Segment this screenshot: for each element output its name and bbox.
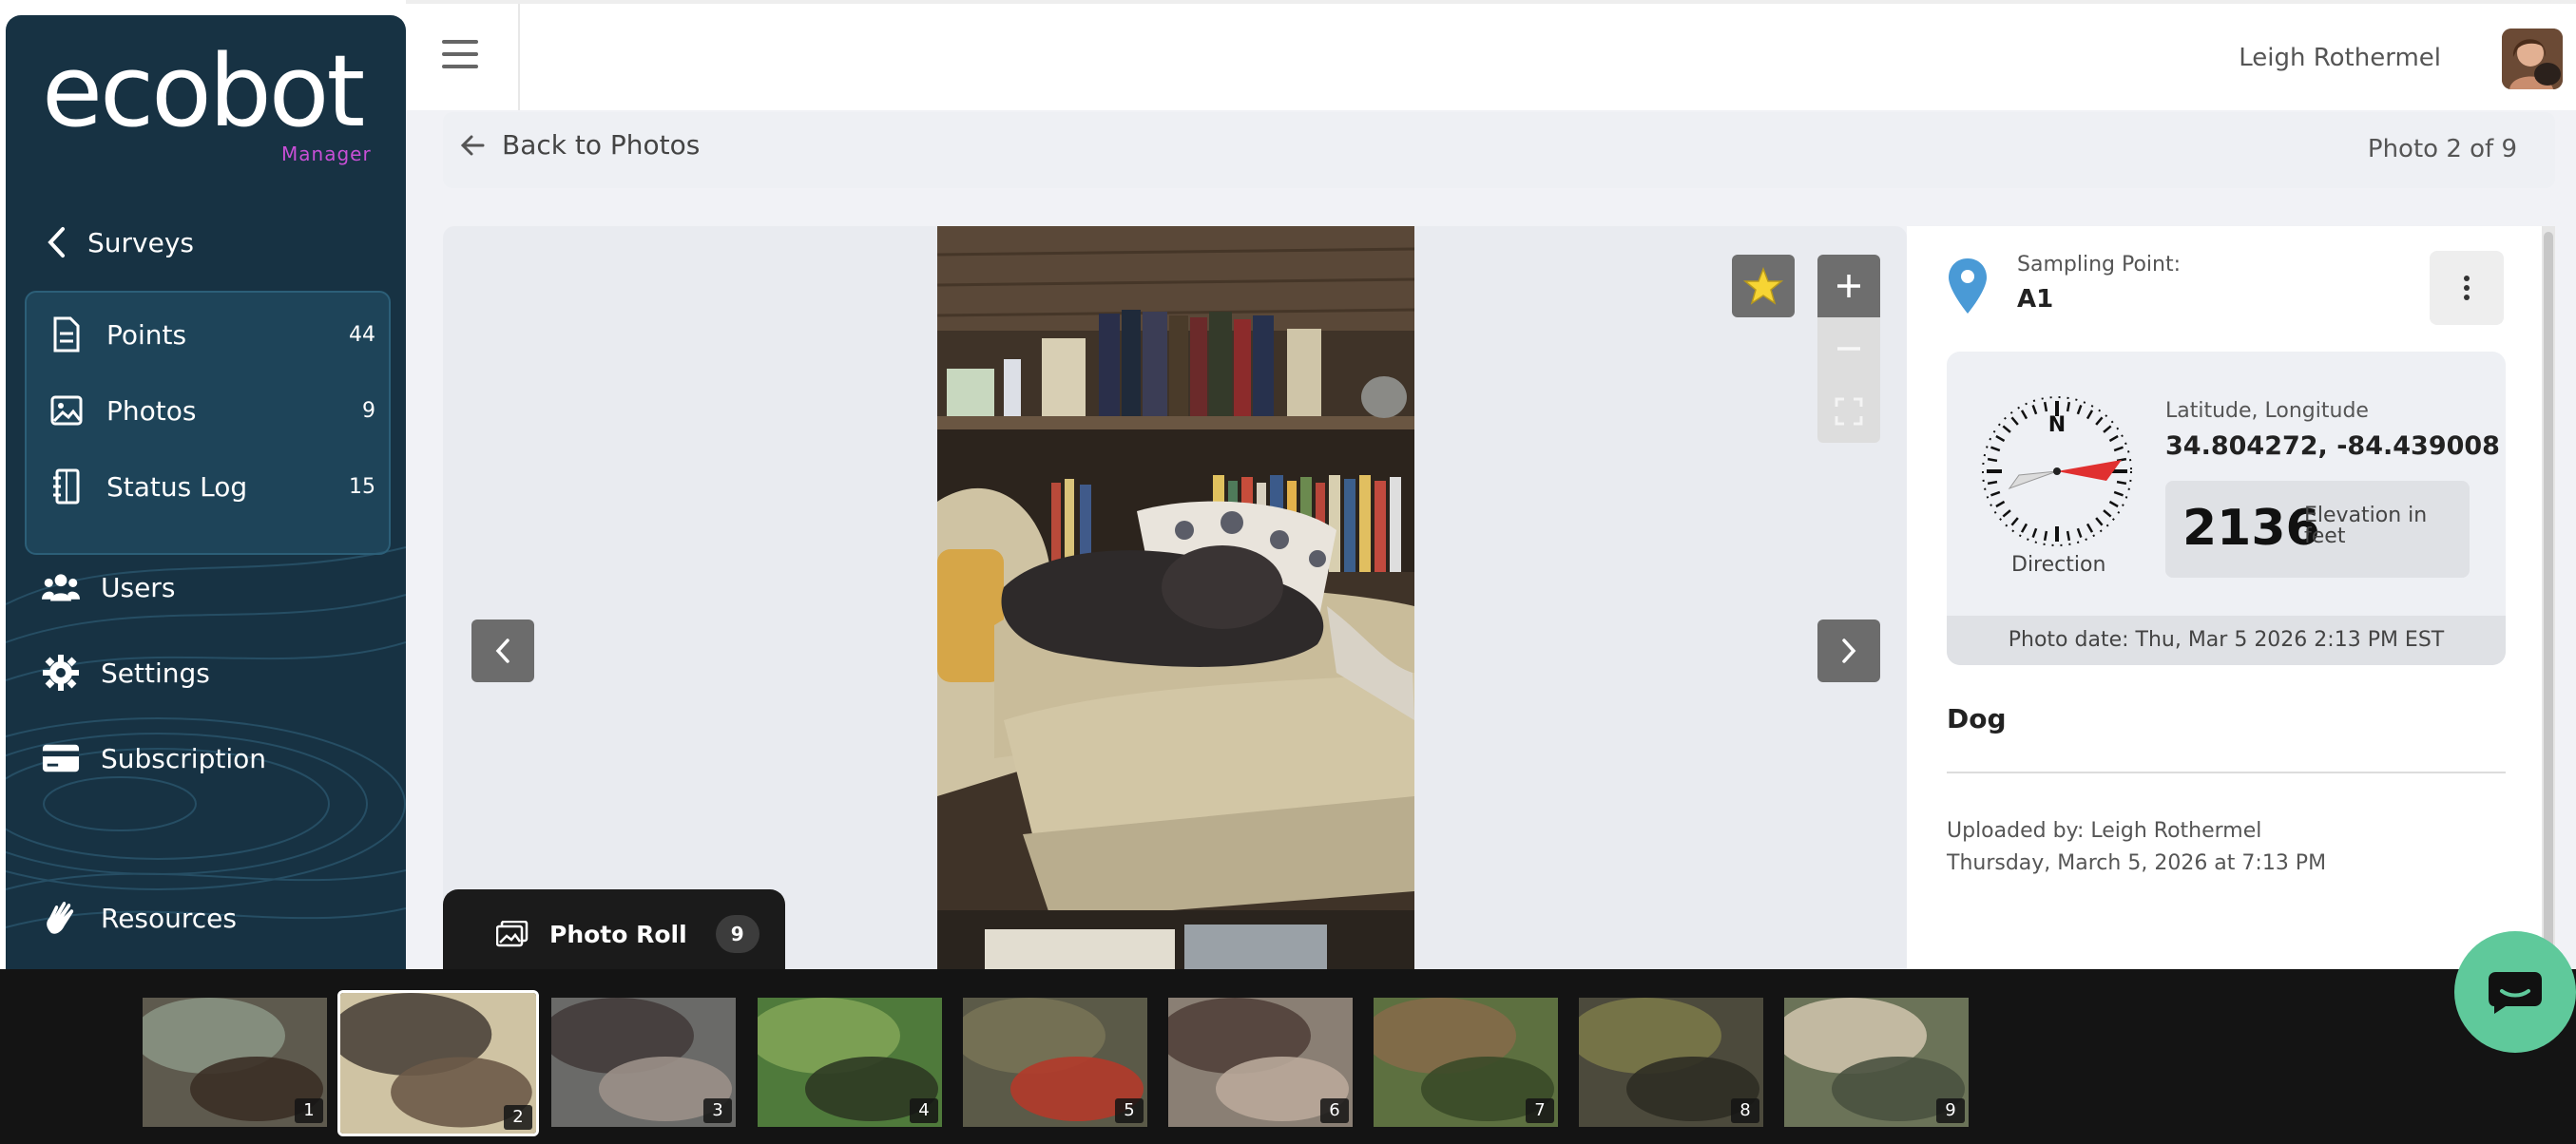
sidebar-item-resources[interactable]: Resources: [42, 899, 237, 937]
thumbnail-number: 8: [1731, 1098, 1759, 1123]
avatar[interactable]: [2502, 29, 2563, 89]
back-to-photos-label: Back to Photos: [502, 129, 701, 161]
chat-button[interactable]: [2454, 931, 2576, 1053]
document-icon: [48, 315, 86, 353]
app-logo[interactable]: ecobot: [42, 42, 365, 141]
photo-thumbnail[interactable]: 2: [337, 990, 539, 1136]
compass-north-label: N: [2048, 413, 2066, 437]
nav-back-label: Surveys: [87, 226, 194, 258]
photo-thumbnail[interactable]: 6: [1168, 998, 1353, 1127]
sidebar-item-label: Status Log: [106, 470, 248, 503]
sidebar-item-label: Photos: [106, 394, 197, 427]
count-badge: 15: [349, 475, 375, 499]
photo-roll-count: 9: [715, 915, 759, 953]
sidebar-item-status-log[interactable]: Status Log 15: [48, 467, 375, 505]
count-badge: 9: [362, 399, 375, 423]
photo-thumbnail[interactable]: 7: [1374, 998, 1558, 1127]
photo-roll-toggle[interactable]: Photo Roll 9: [443, 889, 785, 979]
credit-card-icon: [42, 739, 80, 777]
sidebar: ecobot Manager Surveys Points 44 Photos …: [6, 15, 406, 979]
photo-date: Photo date: Thu, Mar 5 2026 2:13 PM EST: [1947, 616, 2506, 665]
sidebar-item-settings[interactable]: Settings: [42, 654, 210, 692]
sidebar-item-subscription[interactable]: Subscription: [42, 739, 266, 777]
details-scrollbar[interactable]: [2542, 226, 2555, 979]
survey-nav-group: Points 44 Photos 9 Status Log 15: [25, 291, 391, 555]
compass-icon: N: [1982, 396, 2132, 546]
latlng-label: Latitude, Longitude: [2165, 399, 2369, 423]
thumbnail-number: 5: [1115, 1098, 1144, 1123]
photo-thumbnail[interactable]: 1: [143, 998, 327, 1127]
fullscreen-icon: [1835, 397, 1863, 426]
zoom-controls: [1817, 255, 1880, 443]
prev-photo-button[interactable]: [471, 620, 534, 682]
chevron-right-icon: [1842, 639, 1856, 663]
top-bar: Leigh Rothermel: [406, 0, 2576, 114]
thumbnail-number: 2: [504, 1105, 532, 1130]
app-logo-subtitle: Manager: [281, 143, 372, 165]
thumbnail-number: 4: [910, 1098, 938, 1123]
gear-icon: [42, 654, 80, 692]
elevation-label: Elevation in feet: [2304, 504, 2428, 548]
hand-wave-icon: [42, 899, 80, 937]
star-icon: [1743, 267, 1783, 305]
favorite-button[interactable]: [1732, 255, 1795, 317]
photo-thumbnail[interactable]: 5: [963, 998, 1147, 1127]
main-photo[interactable]: [937, 226, 1414, 979]
latlng-value: 34.804272, -84.439008: [2165, 431, 2500, 461]
sidebar-item-label: Points: [106, 318, 187, 351]
arrow-left-icon: [460, 135, 485, 155]
user-name[interactable]: Leigh Rothermel: [2239, 44, 2441, 72]
vertical-dots-icon: [2464, 276, 2470, 300]
upload-info: Uploaded by: Leigh Rothermel Thursday, M…: [1947, 815, 2326, 880]
chevron-left-icon: [495, 639, 509, 663]
sidebar-item-label: Users: [101, 571, 176, 603]
thumbnail-number: 3: [703, 1098, 732, 1123]
photo-thumbnail[interactable]: 8: [1579, 998, 1763, 1127]
more-options-button[interactable]: [2430, 251, 2504, 325]
log-icon: [48, 467, 86, 505]
uploaded-by: Uploaded by: Leigh Rothermel: [1947, 819, 2262, 843]
next-photo-button[interactable]: [1817, 620, 1880, 682]
sidebar-item-label: Subscription: [101, 742, 266, 774]
users-icon: [42, 568, 80, 606]
zoom-out-button[interactable]: [1817, 317, 1880, 380]
photo-caption: Dog: [1947, 703, 2007, 734]
sampling-point-value: A1: [2017, 285, 2054, 314]
minus-icon: [1837, 347, 1860, 351]
sidebar-item-users[interactable]: Users: [42, 568, 175, 606]
uploaded-at: Thursday, March 5, 2026 at 7:13 PM: [1947, 851, 2327, 875]
elevation-box: 2136 Elevation in feet: [2165, 481, 2470, 578]
hamburger-menu-icon[interactable]: [442, 40, 478, 68]
thumbnail-number: 6: [1320, 1098, 1349, 1123]
map-pin-icon: [1949, 258, 1987, 314]
thumbnail-number: 1: [295, 1098, 323, 1123]
photo-thumbnail[interactable]: 3: [551, 998, 736, 1127]
count-badge: 44: [349, 323, 375, 347]
chevron-left-icon: [48, 227, 65, 257]
images-icon: [496, 921, 529, 947]
photo-roll-label: Photo Roll: [549, 920, 687, 948]
sidebar-item-photos[interactable]: Photos 9: [48, 391, 375, 429]
elevation-value: 2136: [2182, 500, 2320, 557]
sidebar-item-label: Resources: [101, 902, 237, 934]
sidebar-item-points[interactable]: Points 44: [48, 315, 375, 353]
back-to-photos-link[interactable]: Back to Photos: [460, 129, 700, 161]
plus-icon: [1837, 275, 1860, 297]
fullscreen-button[interactable]: [1817, 380, 1880, 443]
image-icon: [48, 391, 86, 429]
photo-thumbnail[interactable]: 9: [1784, 998, 1969, 1127]
zoom-in-button[interactable]: [1817, 255, 1880, 317]
sampling-point-label: Sampling Point:: [2017, 253, 2182, 276]
direction-label: Direction: [2011, 553, 2106, 577]
nav-back-surveys[interactable]: Surveys: [46, 226, 194, 258]
photo-thumbnail[interactable]: 4: [758, 998, 942, 1127]
sidebar-item-label: Settings: [101, 657, 210, 689]
photo-position: Photo 2 of 9: [2367, 135, 2517, 163]
thumbnail-number: 7: [1526, 1098, 1554, 1123]
thumbnail-number: 9: [1936, 1098, 1965, 1123]
chat-bubble-icon: [2489, 972, 2542, 1014]
details-divider: [1947, 772, 2506, 773]
photo-nav-bar: [443, 112, 2555, 188]
topbar-divider: [518, 4, 520, 114]
